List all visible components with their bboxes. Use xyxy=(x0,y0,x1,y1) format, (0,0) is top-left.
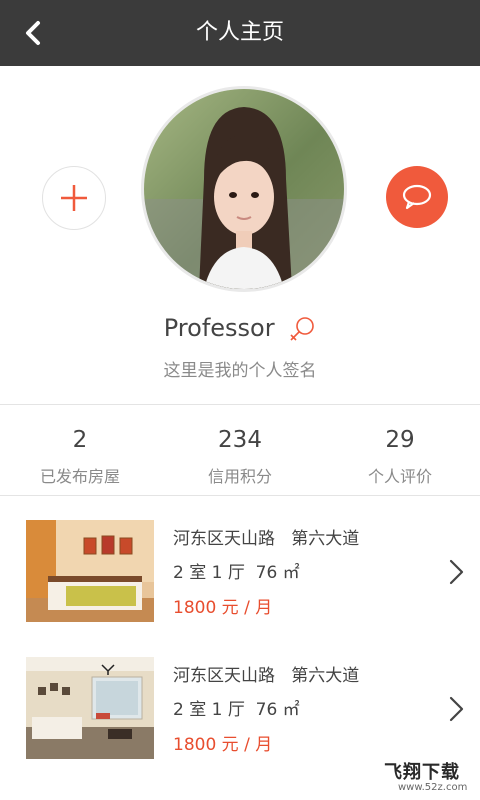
chat-bubble-icon xyxy=(402,184,432,210)
stat-label: 已发布房屋 xyxy=(39,467,120,486)
female-icon xyxy=(290,317,315,341)
top-bar: 个人主页 xyxy=(0,0,480,66)
profile-signature: 这里是我的个人签名 xyxy=(163,361,317,381)
stat-label: 个人评价 xyxy=(367,467,432,486)
watermark-url: www.52z.com xyxy=(398,782,468,793)
stats-row: 2 已发布房屋 234 信用积分 29 个人评价 xyxy=(0,405,480,495)
profile-name-row: Professor xyxy=(0,310,480,346)
plus-icon xyxy=(61,185,87,211)
listing-price: 1800 元 / 月 xyxy=(173,598,273,618)
listing-layout: 2 室 1 厅 76 ㎡ xyxy=(173,563,300,583)
listing-price: 1800 元 / 月 xyxy=(173,735,273,755)
chevron-right-icon xyxy=(449,696,464,722)
page-title: 个人主页 xyxy=(195,20,284,45)
profile-section: Professor 这里是我的个人签名 xyxy=(0,66,480,404)
stat-label: 信用积分 xyxy=(207,467,272,486)
bedroom-image xyxy=(26,520,154,622)
listing-thumbnail xyxy=(26,657,154,759)
stat-credit-points[interactable]: 234 信用积分 xyxy=(160,405,320,495)
listing-thumbnail xyxy=(26,520,154,622)
watermark: 飞翔下载 www.52z.com xyxy=(384,758,474,796)
stat-value: 29 xyxy=(385,427,415,453)
watermark-text: 飞翔下载 xyxy=(384,762,460,783)
avatar xyxy=(141,86,347,292)
listing-item[interactable]: 河东区天山路 第六大道 2 室 1 厅 76 ㎡ 1800 元 / 月 xyxy=(0,657,480,767)
message-button[interactable] xyxy=(386,166,448,228)
chevron-right-icon xyxy=(449,559,464,585)
add-follow-button[interactable] xyxy=(42,166,106,230)
stat-value: 234 xyxy=(218,427,262,453)
listing-address: 河东区天山路 第六大道 xyxy=(173,666,360,686)
listing-address: 河东区天山路 第六大道 xyxy=(173,529,360,549)
living-room-image xyxy=(26,657,154,759)
listing-layout: 2 室 1 厅 76 ㎡ xyxy=(173,700,300,720)
listing-item[interactable]: 河东区天山路 第六大道 2 室 1 厅 76 ㎡ 1800 元 / 月 xyxy=(0,520,480,630)
profile-name: Professor xyxy=(163,314,275,342)
stat-published-houses[interactable]: 2 已发布房屋 xyxy=(0,405,160,495)
divider xyxy=(0,495,480,496)
stat-value: 2 xyxy=(72,427,88,453)
stat-reviews[interactable]: 29 个人评价 xyxy=(320,405,480,495)
avatar-photo xyxy=(144,89,344,289)
